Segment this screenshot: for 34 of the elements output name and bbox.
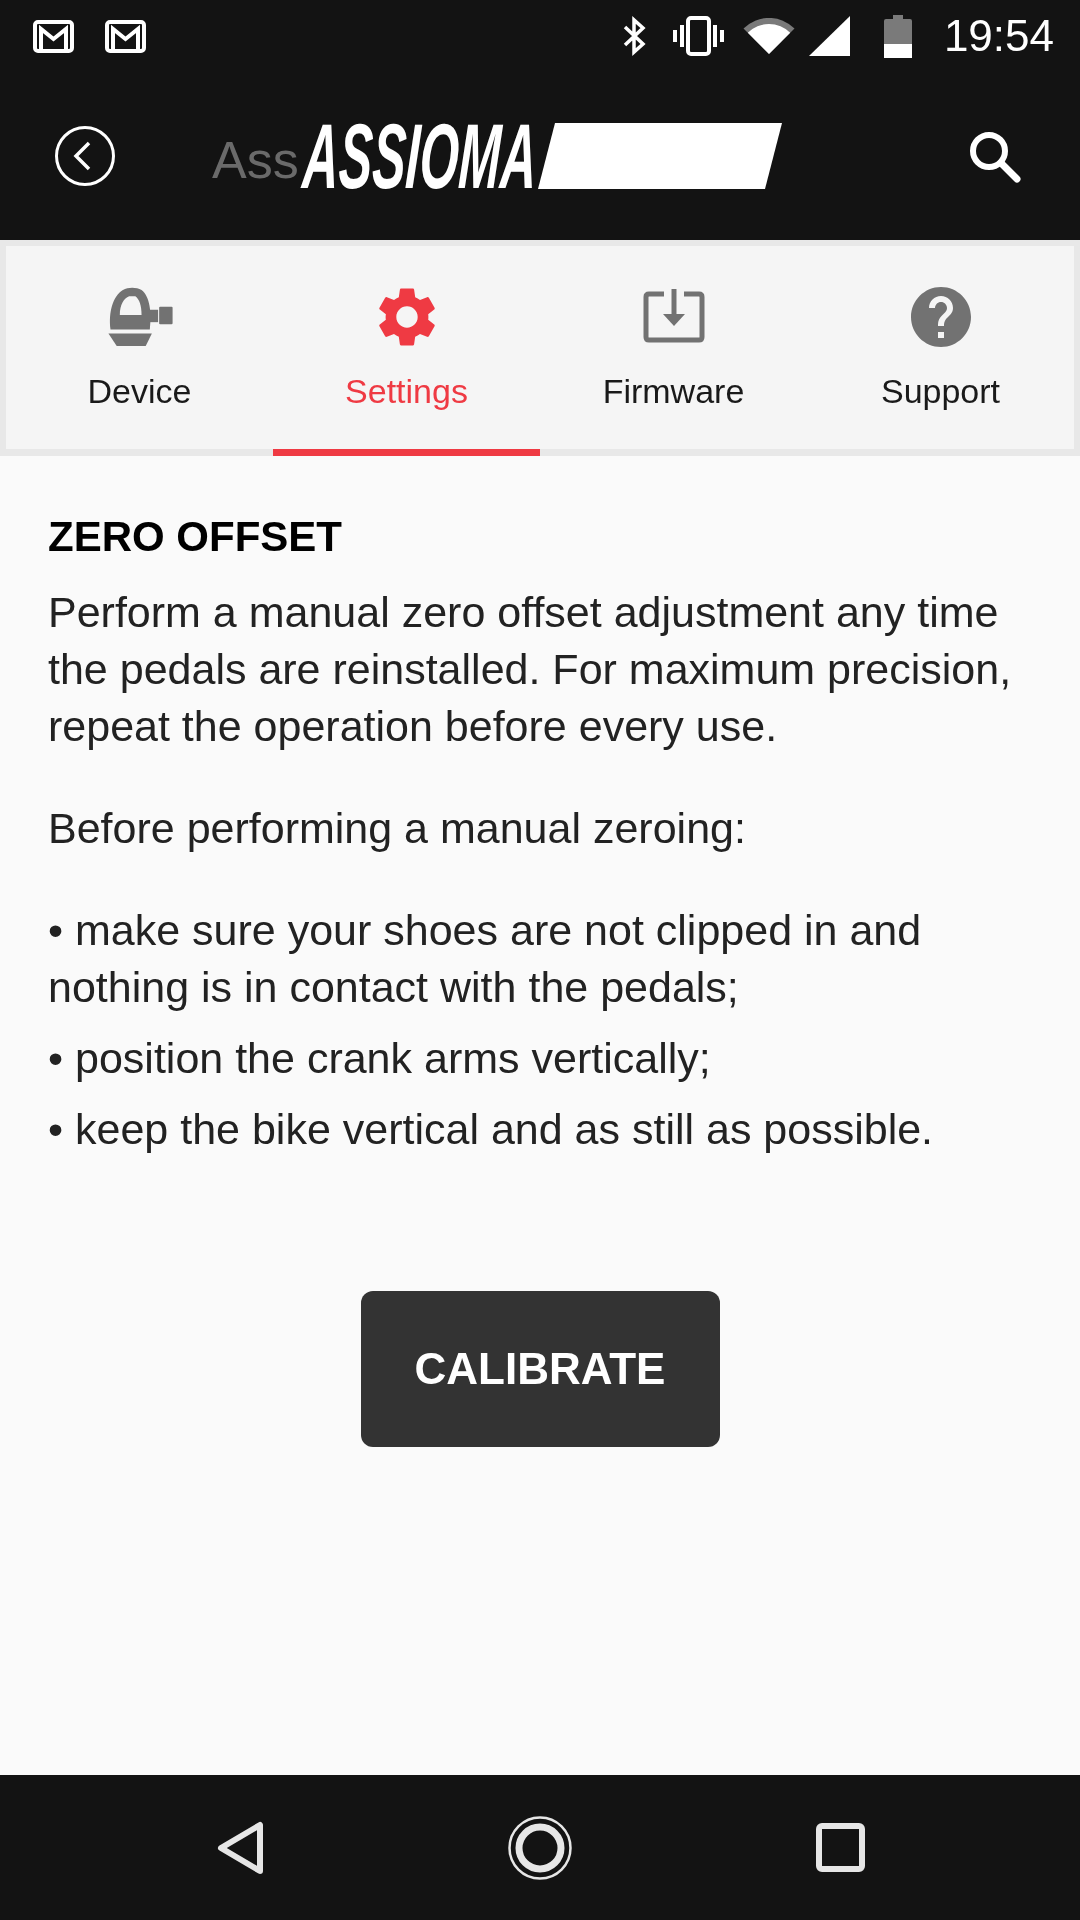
nav-recents-button[interactable] xyxy=(815,1823,865,1872)
recents-icon xyxy=(815,1823,865,1872)
wifi-icon xyxy=(742,17,795,55)
settings-icon xyxy=(378,287,435,347)
logo-stripe-icon xyxy=(537,123,782,189)
tab[interactable]: Firmware xyxy=(540,246,807,456)
tab[interactable]: Support xyxy=(807,246,1074,456)
bullet-item: • position the crank arms vertically; xyxy=(48,1033,712,1084)
battery-icon xyxy=(883,14,912,58)
nav-home-button[interactable] xyxy=(507,1815,572,1880)
back-button[interactable] xyxy=(55,126,115,186)
vibrate-icon xyxy=(671,16,725,56)
tab[interactable]: Device xyxy=(6,246,273,456)
tab[interactable]: Settings xyxy=(273,246,540,456)
status-time: 19:54 xyxy=(943,11,1054,61)
search-icon xyxy=(968,129,1021,183)
description-text: Before performing a manual zeroing: xyxy=(48,803,747,854)
section-heading: ZERO OFFSET xyxy=(48,512,343,562)
nav-back-button[interactable] xyxy=(215,1820,264,1875)
back-icon xyxy=(215,1820,264,1875)
signal-icon xyxy=(808,16,850,56)
search-button[interactable] xyxy=(968,129,1021,183)
bullet-item: • make sure your shoes are not clipped in and nothing is in contact with the pedals; xyxy=(48,905,923,1013)
help-icon xyxy=(910,287,971,347)
back-icon xyxy=(55,126,115,186)
home-icon xyxy=(507,1815,572,1880)
description-text: Perform a manual zero offset adjustment any time the pedals are reinstalled. For maximum precision, repeat the operation before every use. xyxy=(48,587,1013,752)
mail-icon xyxy=(105,19,146,53)
calibrate-button[interactable]: CALIBRATE xyxy=(360,1291,720,1447)
pedal-icon xyxy=(106,287,173,347)
bullet-item: • keep the bike vertical and as still as possible. xyxy=(48,1104,935,1155)
logo-wordmark: ASSIOMA xyxy=(301,121,539,191)
screen-title: Ass xyxy=(212,130,299,190)
mail-icon xyxy=(33,19,74,53)
